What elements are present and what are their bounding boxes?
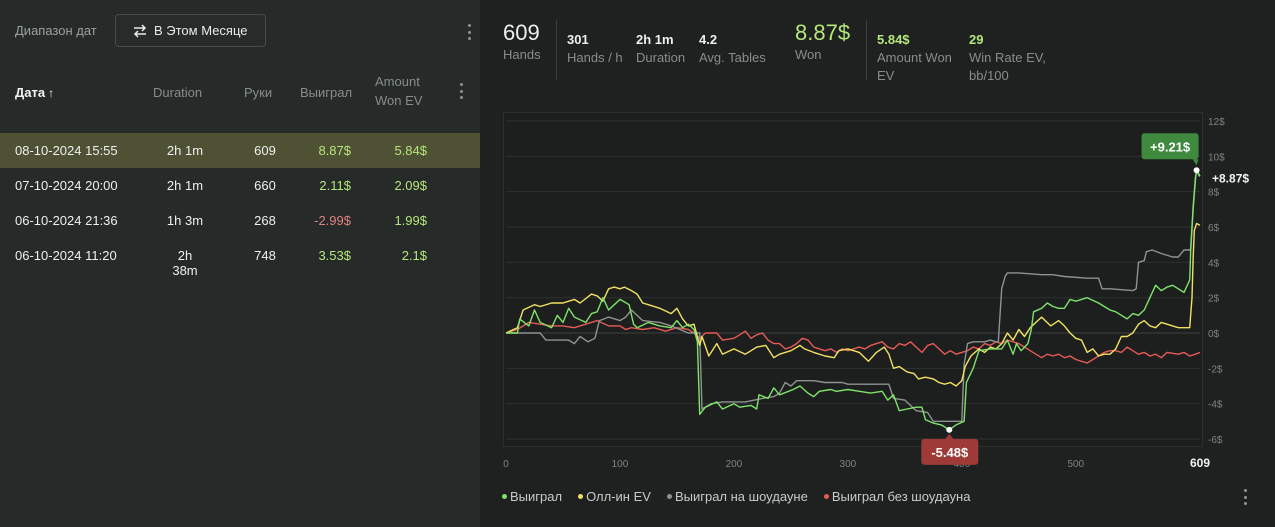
cell-hands: 609	[254, 143, 276, 158]
cell-duration: 1h 3m	[166, 213, 204, 228]
cell-date: 08-10-2024 15:55	[15, 143, 118, 158]
legend-label: Олл-ин EV	[586, 489, 651, 504]
column-header-won[interactable]: Выиграл	[300, 83, 352, 102]
chart-legend: Выиграл Олл-ин EV Выиграл на шоудауне Выигр…	[502, 489, 970, 504]
legend-label: Выиграл	[510, 489, 563, 504]
chart-menu-icon[interactable]	[1243, 489, 1247, 505]
date-range-button-label: В Этом Месяце	[154, 23, 248, 38]
y-tick-label: 6$	[1208, 223, 1220, 234]
x-tick-label: 100	[612, 459, 629, 470]
y-tick-label: 2$	[1208, 294, 1220, 305]
sessions-panel: Диапазон дат В Этом Месяце Дата ↑ Duratio…	[0, 0, 480, 527]
cell-hands: 748	[254, 248, 276, 263]
y-tick-label: 0$	[1208, 329, 1220, 340]
column-header-date[interactable]: Дата ↑	[15, 83, 54, 103]
cell-hands: 268	[254, 213, 276, 228]
swap-arrows-icon	[133, 23, 147, 38]
date-range-button[interactable]: В Этом Месяце	[115, 14, 266, 47]
legend-dot-icon	[502, 494, 507, 499]
legend-item[interactable]: Олл-ин EV	[578, 489, 651, 504]
cell-date: 06-10-2024 11:20	[15, 248, 117, 263]
column-header-duration[interactable]: Duration	[153, 83, 202, 102]
session-details-panel: 609 Hands 301 Hands / h 2h 1m Duration 4…	[480, 0, 1275, 527]
table-row[interactable]: 07-10-2024 20:00 2h 1m 660 2.11$ 2.09$	[0, 168, 480, 203]
y-tick-label: 8$	[1208, 188, 1220, 199]
y-tick-label: 12$	[1208, 117, 1225, 128]
series-line	[506, 169, 1201, 431]
cell-hands: 660	[254, 178, 276, 193]
legend-label: Выиграл без шоудауна	[831, 489, 971, 504]
legend-dot-icon	[823, 494, 829, 499]
y-tick-label: -2$	[1208, 364, 1223, 375]
legend-item[interactable]: Выиграл	[502, 489, 562, 504]
cell-amount-won-ev: 2.1$	[401, 248, 427, 263]
cell-won: 3.53$	[318, 248, 351, 263]
end-value-label: +8.87$	[1212, 171, 1249, 185]
x-tick-label: 609	[1190, 456, 1210, 470]
filter-menu-icon[interactable]	[467, 24, 471, 40]
legend-label: Выиграл на шоудауне	[674, 489, 808, 504]
legend-dot-icon	[578, 494, 584, 499]
column-header-hands[interactable]: Руки	[244, 83, 272, 102]
cell-duration: 2h 38m	[172, 248, 198, 278]
table-row[interactable]: 06-10-2024 21:36 1h 3m 268 -2.99$ 1.99$	[0, 203, 480, 238]
legend-item[interactable]: Выиграл без шоудауна	[823, 489, 971, 504]
date-range-row: Диапазон дат В Этом Месяце	[0, 0, 480, 62]
x-tick-label: 300	[840, 459, 857, 470]
winnings-chart[interactable]: 12$10$8$6$4$2$0$-2$-4$-6$010020030040050…	[480, 0, 1275, 480]
cell-amount-won-ev: 1.99$	[394, 213, 427, 228]
series-line	[506, 169, 1201, 422]
cell-won: 8.87$	[318, 143, 351, 158]
cell-won: 2.11$	[319, 178, 351, 193]
column-header-amount-won-ev[interactable]: Amount Won EV	[375, 72, 435, 110]
cell-date: 06-10-2024 21:36	[15, 213, 118, 228]
max-point-label: +9.21$	[1150, 139, 1191, 154]
y-tick-label: -4$	[1208, 400, 1223, 411]
max-point-badge-pointer	[1192, 159, 1199, 166]
table-header: Дата ↑ Duration Руки Выиграл Amount Won E…	[0, 62, 480, 124]
cell-duration: 2h 1m	[166, 143, 204, 158]
series-line	[505, 319, 1201, 364]
x-tick-label: 500	[1067, 459, 1084, 470]
legend-dot-icon	[666, 494, 672, 499]
min-point-badge-pointer	[945, 433, 954, 439]
y-tick-label: 4$	[1208, 258, 1220, 269]
max-point-marker	[1193, 167, 1200, 174]
y-tick-label: -6$	[1208, 435, 1223, 446]
x-tick-label: 200	[726, 459, 743, 470]
cell-amount-won-ev: 5.84$	[394, 143, 427, 158]
sort-ascending-icon: ↑	[48, 86, 55, 100]
cell-date: 07-10-2024 20:00	[15, 178, 118, 193]
columns-menu-icon[interactable]	[459, 83, 463, 99]
table-row[interactable]: 06-10-2024 11:20 2h 38m 748 3.53$ 2.1$	[0, 238, 480, 278]
cell-won: -2.99$	[314, 213, 351, 228]
date-range-label: Диапазон дат	[15, 23, 97, 38]
table-row[interactable]: 08-10-2024 15:55 2h 1m 609 8.87$ 5.84$	[0, 133, 480, 168]
min-point-marker	[946, 426, 953, 433]
y-tick-label: 10$	[1208, 152, 1225, 163]
x-tick-label: 0	[503, 459, 509, 470]
min-point-label: -5.48$	[931, 445, 969, 460]
series-line	[505, 222, 1201, 387]
cell-duration: 2h 1m	[166, 178, 204, 193]
legend-item[interactable]: Выиграл на шоудауне	[666, 489, 808, 504]
cell-amount-won-ev: 2.09$	[394, 178, 427, 193]
